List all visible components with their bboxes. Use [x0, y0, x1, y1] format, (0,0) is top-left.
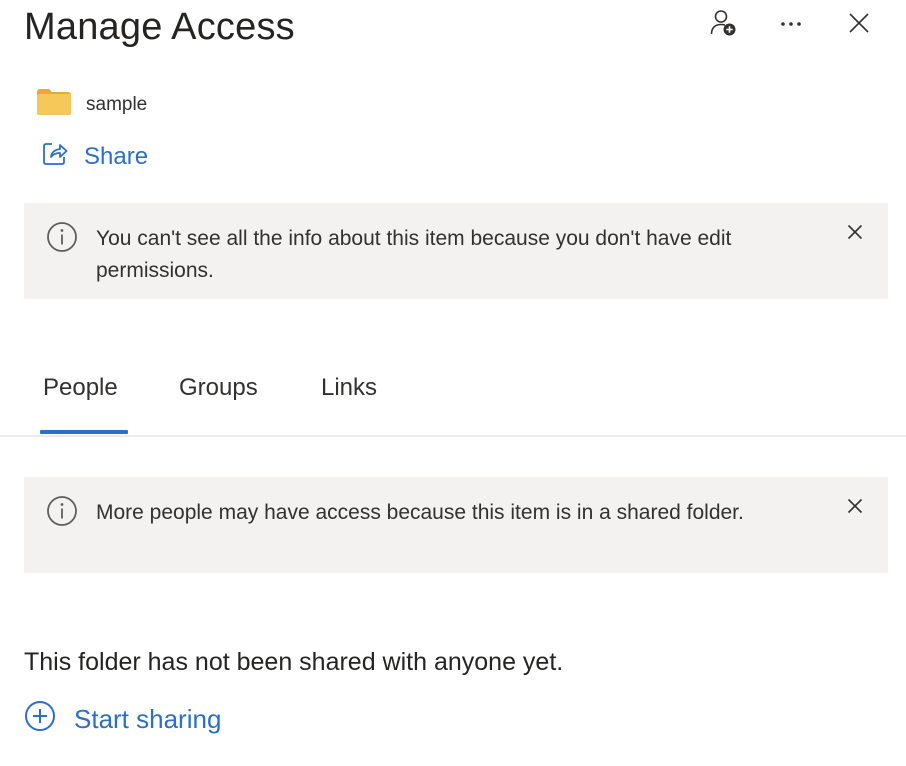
selected-tab-indicator: [40, 430, 128, 434]
tab-groups[interactable]: Groups: [179, 374, 258, 402]
share-button[interactable]: Share: [42, 140, 148, 173]
more-icon: [778, 16, 804, 34]
more-options-button[interactable]: [774, 8, 808, 42]
banner-message: More people may have access because this…: [96, 501, 744, 524]
share-label: Share: [84, 142, 149, 170]
add-circle-icon: [24, 700, 56, 739]
close-icon: [848, 12, 870, 39]
start-sharing-button[interactable]: Start sharing: [24, 700, 221, 739]
tab-links[interactable]: Links: [321, 374, 377, 402]
shared-folder-banner: More people may have access because this…: [24, 477, 888, 573]
info-icon: [46, 221, 78, 258]
access-tabs: People Groups Links: [0, 360, 906, 437]
header-actions: [706, 8, 876, 42]
manage-access-panel: Manage Access sample Share You can't see…: [0, 0, 906, 766]
dismiss-banner-button[interactable]: [844, 223, 866, 245]
add-person-icon: [708, 8, 738, 43]
panel-title: Manage Access: [24, 6, 295, 48]
item-row: sample: [36, 88, 147, 121]
add-person-button[interactable]: [706, 8, 740, 42]
close-icon: [847, 224, 863, 245]
close-icon: [847, 498, 863, 519]
tab-people[interactable]: People: [43, 374, 118, 402]
dismiss-banner-button[interactable]: [844, 497, 866, 519]
empty-state-message: This folder has not been shared with any…: [24, 648, 564, 676]
close-panel-button[interactable]: [842, 8, 876, 42]
info-icon: [46, 495, 78, 532]
start-sharing-label: Start sharing: [74, 704, 222, 734]
share-icon: [42, 140, 68, 173]
folder-icon: [36, 88, 72, 121]
banner-message: You can't see all the info about this it…: [96, 227, 732, 282]
item-name: sample: [86, 93, 148, 115]
permissions-banner: You can't see all the info about this it…: [24, 203, 888, 299]
